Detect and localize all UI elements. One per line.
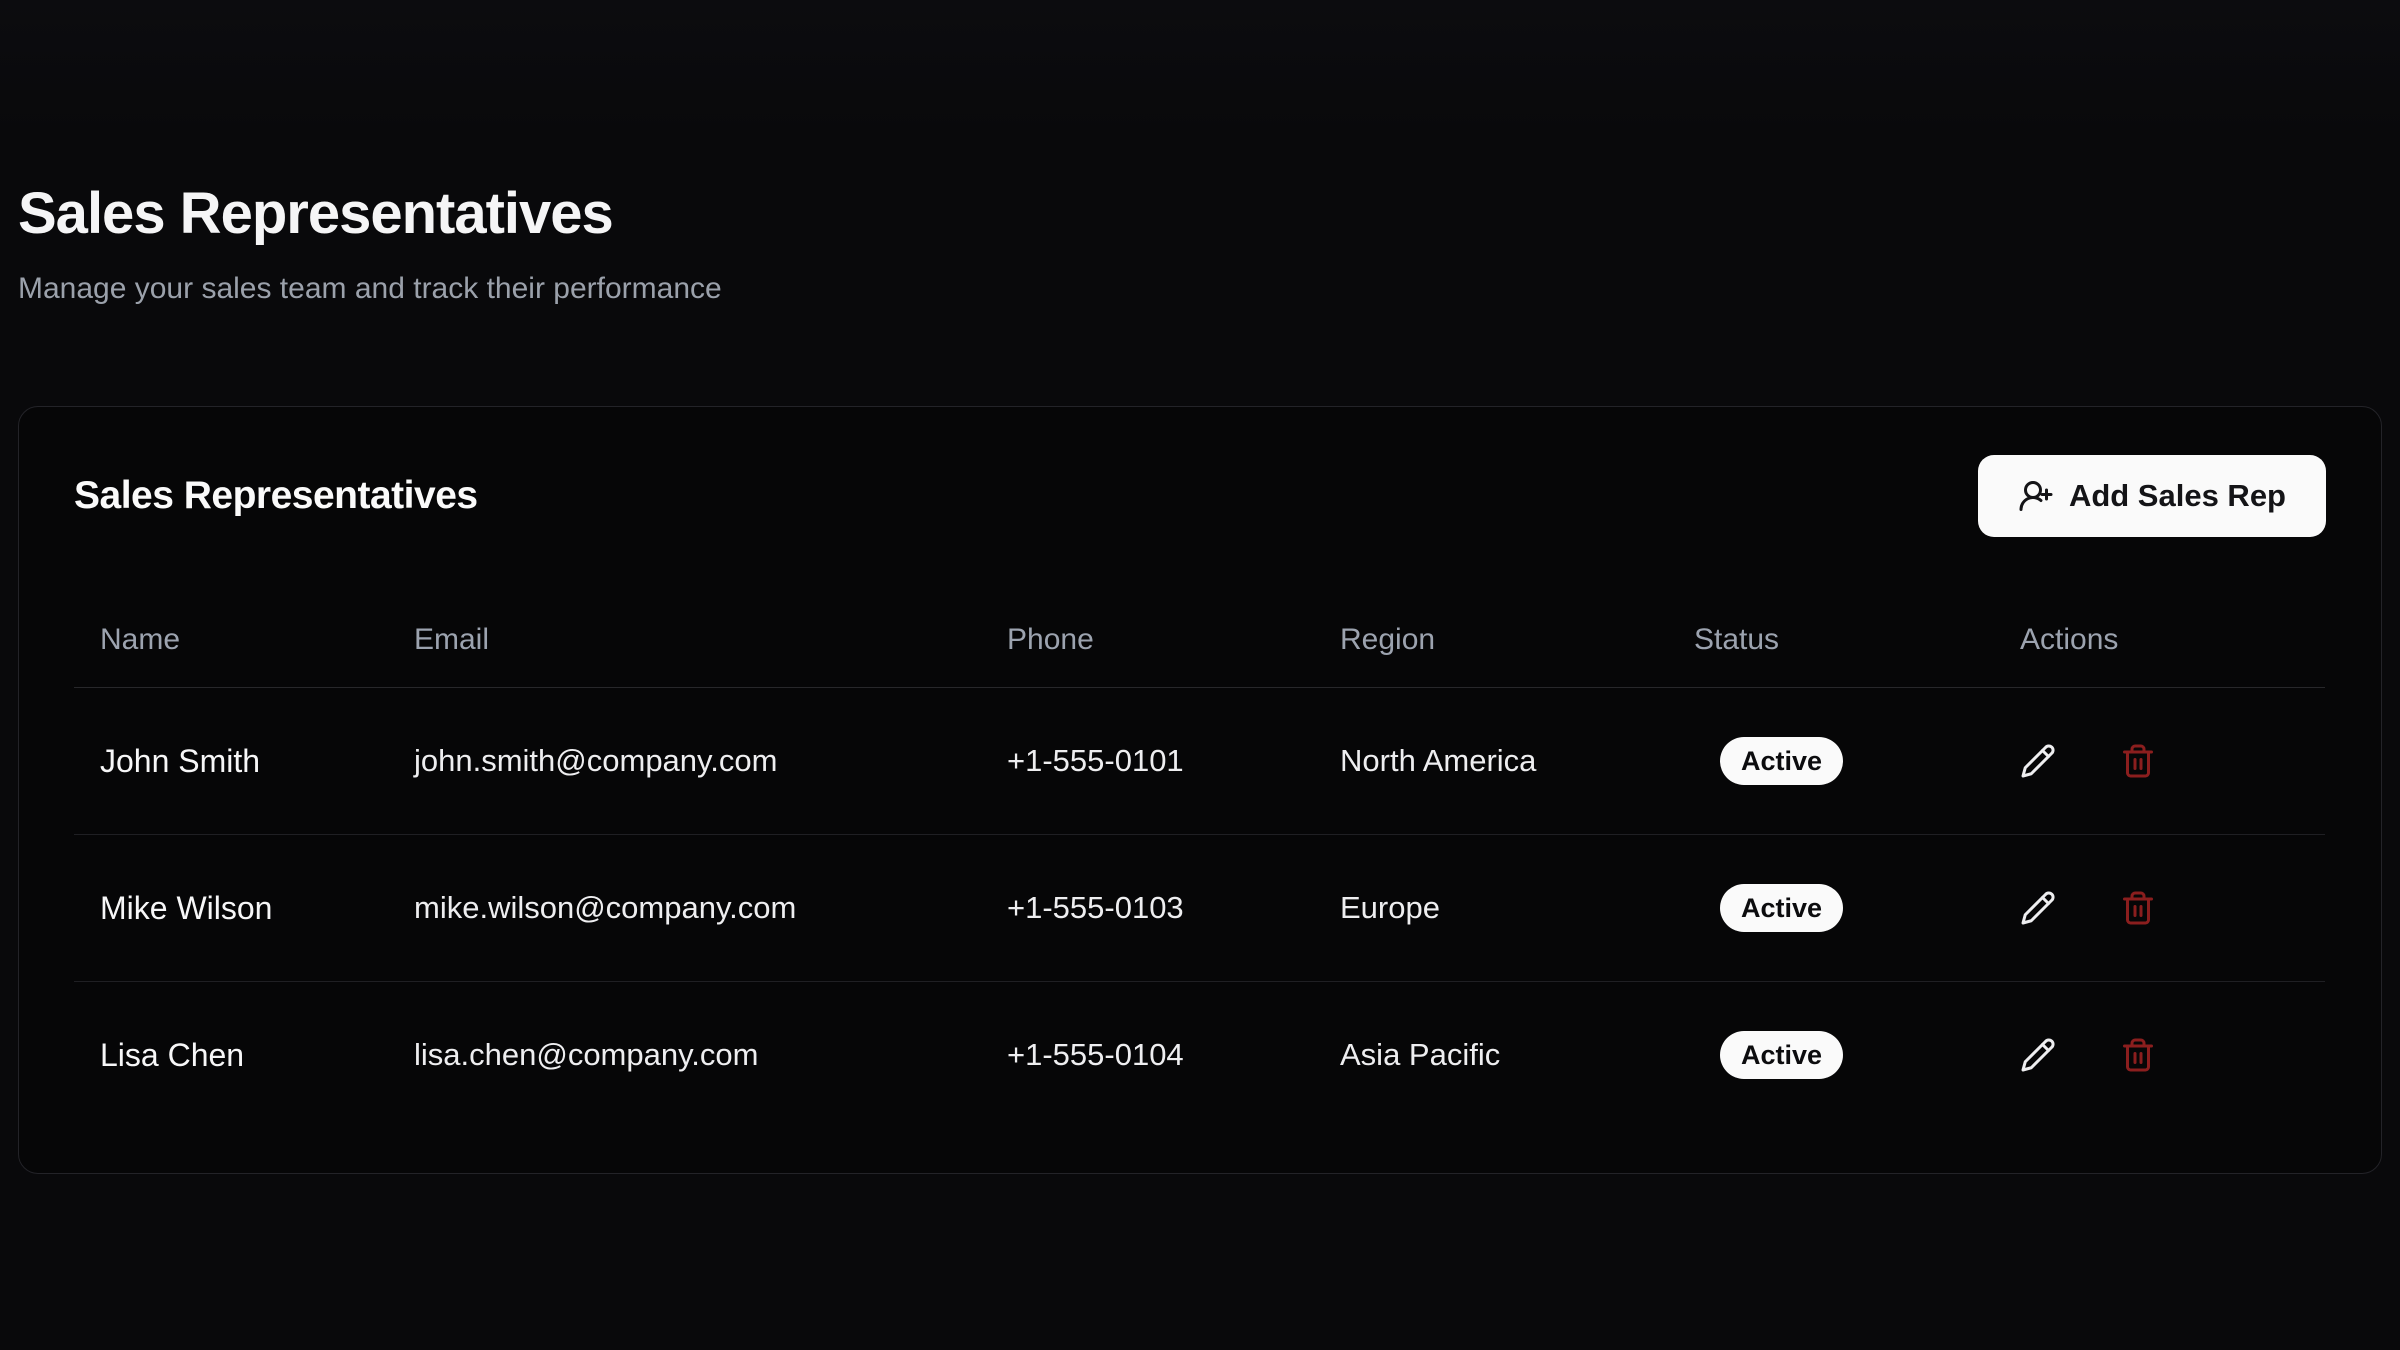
rep-email: john.smith@company.com [388, 688, 981, 835]
column-header-name: Name [74, 537, 388, 688]
rep-email: mike.wilson@company.com [388, 835, 981, 982]
table-row: Lisa Chen lisa.chen@company.com +1-555-0… [74, 982, 2325, 1129]
status-badge: Active [1720, 737, 1843, 785]
rep-name: Lisa Chen [74, 982, 388, 1129]
edit-button[interactable] [2020, 743, 2056, 779]
page-root: Sales Representatives Manage your sales … [0, 0, 2400, 1350]
status-badge: Active [1720, 1031, 1843, 1079]
user-plus-icon [2018, 478, 2054, 514]
table-header-row: Name Email Phone Region Status Actions [74, 537, 2325, 688]
table-row: Mike Wilson mike.wilson@company.com +1-5… [74, 835, 2325, 982]
rep-region: Asia Pacific [1314, 982, 1668, 1129]
column-header-phone: Phone [981, 537, 1314, 688]
trash-icon [2120, 890, 2156, 926]
page-subtitle: Manage your sales team and track their p… [18, 267, 2382, 311]
edit-button[interactable] [2020, 890, 2056, 926]
rep-name: John Smith [74, 688, 388, 835]
rep-actions-cell [1994, 982, 2325, 1129]
delete-button[interactable] [2120, 1037, 2156, 1073]
trash-icon [2120, 1037, 2156, 1073]
sales-reps-table: Name Email Phone Region Status Actions J… [74, 537, 2325, 1128]
rep-actions-cell [1994, 688, 2325, 835]
rep-name: Mike Wilson [74, 835, 388, 982]
status-badge: Active [1720, 884, 1843, 932]
rep-region: North America [1314, 688, 1668, 835]
add-sales-rep-button[interactable]: Add Sales Rep [1978, 455, 2326, 537]
rep-region: Europe [1314, 835, 1668, 982]
pencil-icon [2020, 890, 2056, 926]
delete-button[interactable] [2120, 743, 2156, 779]
add-sales-rep-label: Add Sales Rep [2069, 478, 2286, 514]
rep-status-cell: Active [1668, 982, 1994, 1129]
column-header-email: Email [388, 537, 981, 688]
edit-button[interactable] [2020, 1037, 2056, 1073]
column-header-status: Status [1668, 537, 1994, 688]
sales-reps-card: Sales Representatives Add Sales Rep [18, 406, 2382, 1174]
page-title: Sales Representatives [18, 176, 2382, 251]
rep-phone: +1-555-0103 [981, 835, 1314, 982]
column-header-actions: Actions [1994, 537, 2325, 688]
card-header: Sales Representatives Add Sales Rep [74, 455, 2326, 537]
column-header-region: Region [1314, 537, 1668, 688]
pencil-icon [2020, 743, 2056, 779]
card-title: Sales Representatives [74, 472, 478, 520]
rep-email: lisa.chen@company.com [388, 982, 981, 1129]
rep-status-cell: Active [1668, 688, 1994, 835]
rep-phone: +1-555-0104 [981, 982, 1314, 1129]
rep-phone: +1-555-0101 [981, 688, 1314, 835]
table-row: John Smith john.smith@company.com +1-555… [74, 688, 2325, 835]
trash-icon [2120, 743, 2156, 779]
delete-button[interactable] [2120, 890, 2156, 926]
pencil-icon [2020, 1037, 2056, 1073]
rep-status-cell: Active [1668, 835, 1994, 982]
rep-actions-cell [1994, 835, 2325, 982]
